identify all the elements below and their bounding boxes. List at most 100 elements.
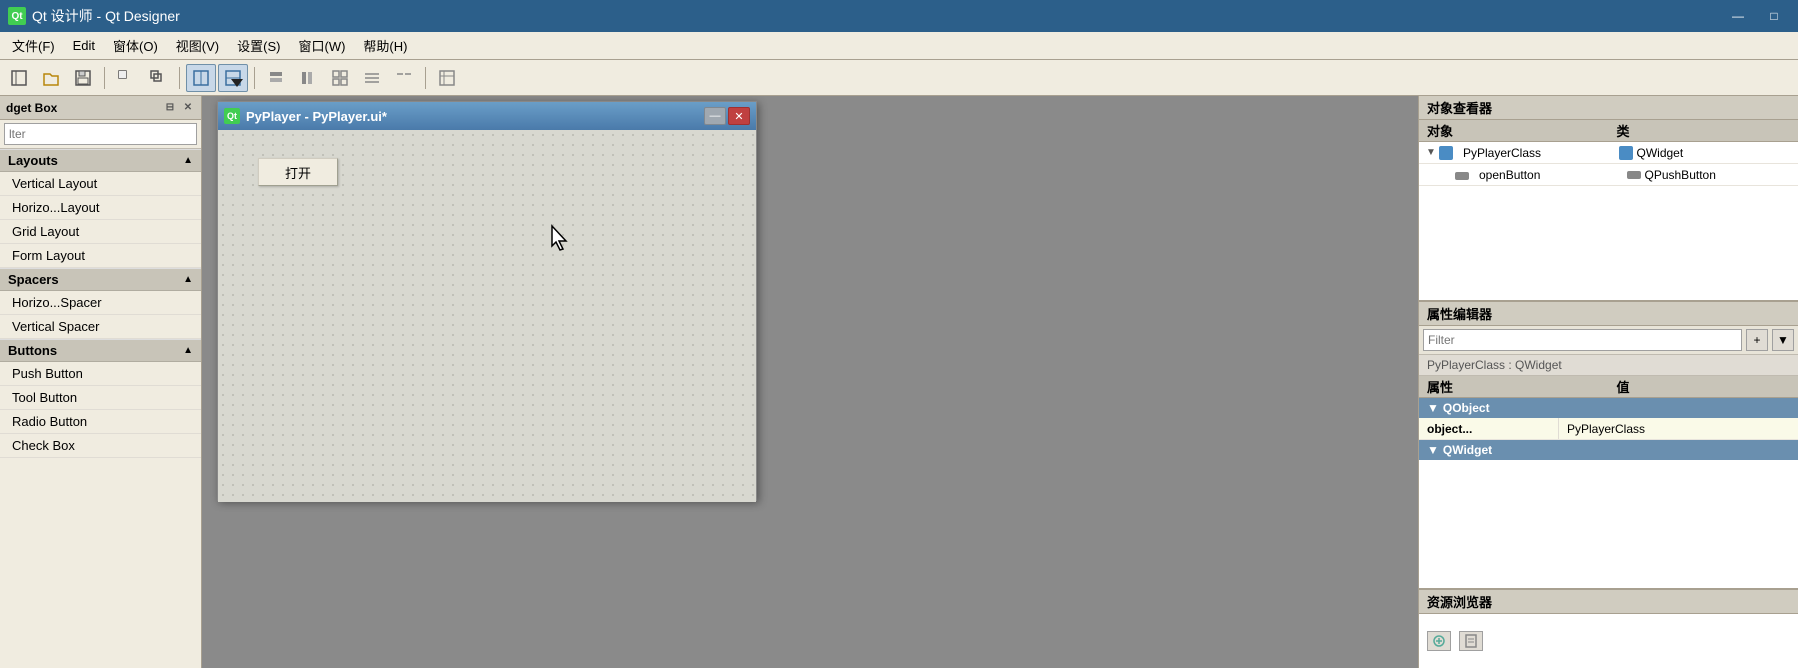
toolbar-horiz-layout[interactable] bbox=[293, 64, 323, 92]
oi-cell-class-type: QWidget bbox=[1613, 146, 1798, 160]
oi-header: 对象查看器 bbox=[1419, 96, 1798, 120]
canvas-area[interactable]: Qt PyPlayer - PyPlayer.ui* — ✕ 打开 bbox=[202, 96, 1418, 668]
filter-box bbox=[0, 120, 201, 149]
widget-filter-input[interactable] bbox=[4, 123, 197, 145]
designer-close-btn[interactable]: ✕ bbox=[728, 107, 750, 125]
toolbar-sep-3 bbox=[254, 67, 255, 89]
open-button[interactable]: 打开 bbox=[258, 158, 338, 186]
main-area: dget Box ⊟ ✕ Layouts ▲ Vertical Layout H… bbox=[0, 96, 1798, 668]
pe-prop-objectname: object... bbox=[1419, 418, 1559, 439]
designer-qt-logo: Qt bbox=[224, 108, 240, 124]
oi-content: ▼ PyPlayerClass QWidget openButt bbox=[1419, 142, 1798, 300]
designer-window-title: PyPlayer - PyPlayer.ui* bbox=[246, 109, 698, 124]
toolbar-layout2[interactable] bbox=[218, 64, 248, 92]
window-controls: — □ bbox=[1722, 6, 1790, 26]
pe-dropdown-btn[interactable]: ▼ bbox=[1772, 329, 1794, 351]
menu-file[interactable]: 文件(F) bbox=[4, 34, 63, 57]
pe-filter-input[interactable] bbox=[1423, 329, 1742, 351]
oi-columns: 对象 类 bbox=[1419, 120, 1798, 142]
maximize-button[interactable]: □ bbox=[1758, 6, 1790, 26]
toolbar-form-layout[interactable] bbox=[357, 64, 387, 92]
category-buttons[interactable]: Buttons ▲ bbox=[0, 339, 201, 362]
toolbar-copy[interactable] bbox=[143, 64, 173, 92]
oi-expand-1: ▼ bbox=[1423, 147, 1439, 158]
toolbar-new[interactable] bbox=[4, 64, 34, 92]
widget-form-layout[interactable]: Form Layout bbox=[0, 244, 201, 268]
oi-row-pyplayer[interactable]: ▼ PyPlayerClass QWidget bbox=[1419, 142, 1798, 164]
rb-file-btn[interactable] bbox=[1459, 631, 1483, 651]
designer-window-controls: — ✕ bbox=[704, 107, 750, 125]
widget-box-content: Layouts ▲ Vertical Layout Horizo...Layou… bbox=[0, 149, 201, 668]
toolbar-open[interactable] bbox=[36, 64, 66, 92]
designer-window-titlebar: Qt PyPlayer - PyPlayer.ui* — ✕ bbox=[218, 102, 756, 130]
menu-form[interactable]: 窗体(O) bbox=[105, 34, 166, 57]
menu-settings[interactable]: 设置(S) bbox=[229, 34, 288, 57]
object-inspector: 对象查看器 对象 类 ▼ PyPlayerClass QWidget bbox=[1419, 96, 1798, 302]
pe-row-objectname[interactable]: object... PyPlayerClass bbox=[1419, 418, 1798, 440]
pe-col-attr: 属性 bbox=[1419, 377, 1609, 396]
menu-window[interactable]: 窗口(W) bbox=[290, 34, 353, 57]
category-spacers-arrow: ▲ bbox=[183, 274, 193, 285]
toolbar-cut[interactable] bbox=[111, 64, 141, 92]
widget-box-close-btn[interactable]: ✕ bbox=[181, 101, 195, 115]
category-layouts[interactable]: Layouts ▲ bbox=[0, 149, 201, 172]
category-buttons-arrow: ▲ bbox=[183, 345, 193, 356]
menu-help[interactable]: 帮助(H) bbox=[355, 34, 415, 57]
widget-vertical-spacer[interactable]: Vertical Spacer bbox=[0, 315, 201, 339]
pe-section-qobject: ▼ QObject bbox=[1419, 398, 1798, 418]
widget-box-header-controls: ⊟ ✕ bbox=[163, 101, 195, 115]
toolbar-adjust[interactable] bbox=[432, 64, 462, 92]
pe-columns: 属性 值 bbox=[1419, 376, 1798, 398]
pe-section-qwidget: ▼ QWidget bbox=[1419, 440, 1798, 460]
minimize-button[interactable]: — bbox=[1722, 6, 1754, 26]
pe-section-qobject-label: QObject bbox=[1443, 401, 1490, 415]
category-buttons-label: Buttons bbox=[8, 343, 57, 358]
pe-section-qwidget-label: QWidget bbox=[1443, 443, 1492, 457]
rb-content bbox=[1419, 614, 1798, 668]
category-spacers[interactable]: Spacers ▲ bbox=[0, 268, 201, 291]
rb-edit-btn[interactable] bbox=[1427, 631, 1451, 651]
pe-col-value: 值 bbox=[1609, 377, 1798, 396]
pe-content: ▼ QObject object... PyPlayerClass ▼ QWid… bbox=[1419, 398, 1798, 588]
widget-vertical-layout[interactable]: Vertical Layout bbox=[0, 172, 201, 196]
designer-minimize-btn[interactable]: — bbox=[704, 107, 726, 125]
resource-browser: 资源浏览器 bbox=[1419, 588, 1798, 668]
app-logo: Qt bbox=[8, 7, 26, 25]
widget-box: dget Box ⊟ ✕ Layouts ▲ Vertical Layout H… bbox=[0, 96, 202, 668]
toolbar-save[interactable] bbox=[68, 64, 98, 92]
toolbar-sep-1 bbox=[104, 67, 105, 89]
designer-window-body[interactable]: 打开 bbox=[218, 130, 756, 502]
oi-cell-class-name: PyPlayerClass bbox=[1457, 146, 1613, 160]
category-layouts-arrow: ▲ bbox=[183, 155, 193, 166]
pe-val-objectname: PyPlayerClass bbox=[1559, 422, 1798, 436]
widget-push-button[interactable]: Push Button bbox=[0, 362, 201, 386]
menu-edit[interactable]: Edit bbox=[65, 36, 103, 55]
pe-section-qwidget-expand: ▼ bbox=[1427, 443, 1439, 457]
oi-col-object: 对象 bbox=[1419, 121, 1609, 140]
toolbar-break-layout[interactable] bbox=[389, 64, 419, 92]
designer-window[interactable]: Qt PyPlayer - PyPlayer.ui* — ✕ 打开 bbox=[217, 101, 757, 501]
menu-bar: 文件(F) Edit 窗体(O) 视图(V) 设置(S) 窗口(W) 帮助(H) bbox=[0, 32, 1798, 60]
widget-tool-button[interactable]: Tool Button bbox=[0, 386, 201, 410]
toolbar-sep-4 bbox=[425, 67, 426, 89]
widget-grid-layout[interactable]: Grid Layout bbox=[0, 220, 201, 244]
widget-radio-button[interactable]: Radio Button bbox=[0, 410, 201, 434]
toolbar-layout1[interactable] bbox=[186, 64, 216, 92]
toolbar-grid-layout[interactable] bbox=[325, 64, 355, 92]
pe-class-label: PyPlayerClass : QWidget bbox=[1419, 355, 1798, 376]
pe-add-btn[interactable]: + bbox=[1746, 329, 1768, 351]
widget-box-title: dget Box bbox=[6, 101, 57, 115]
widget-check-box[interactable]: Check Box bbox=[0, 434, 201, 458]
property-editor: 属性编辑器 + ▼ PyPlayerClass : QWidget 属性 值 ▼… bbox=[1419, 302, 1798, 588]
menu-view[interactable]: 视图(V) bbox=[168, 34, 227, 57]
oi-row-openbutton[interactable]: openButton QPushButton bbox=[1419, 164, 1798, 186]
toolbar-vert-layout[interactable] bbox=[261, 64, 291, 92]
rb-header: 资源浏览器 bbox=[1419, 590, 1798, 614]
oi-col-class: 类 bbox=[1609, 121, 1798, 140]
widget-box-float-btn[interactable]: ⊟ bbox=[163, 101, 177, 115]
app-title: Qt 设计师 - Qt Designer bbox=[32, 6, 1716, 26]
oi-title: 对象查看器 bbox=[1427, 98, 1492, 117]
widget-horiz-spacer[interactable]: Horizo...Spacer bbox=[0, 291, 201, 315]
widget-horiz-layout[interactable]: Horizo...Layout bbox=[0, 196, 201, 220]
pe-title: 属性编辑器 bbox=[1427, 304, 1492, 323]
